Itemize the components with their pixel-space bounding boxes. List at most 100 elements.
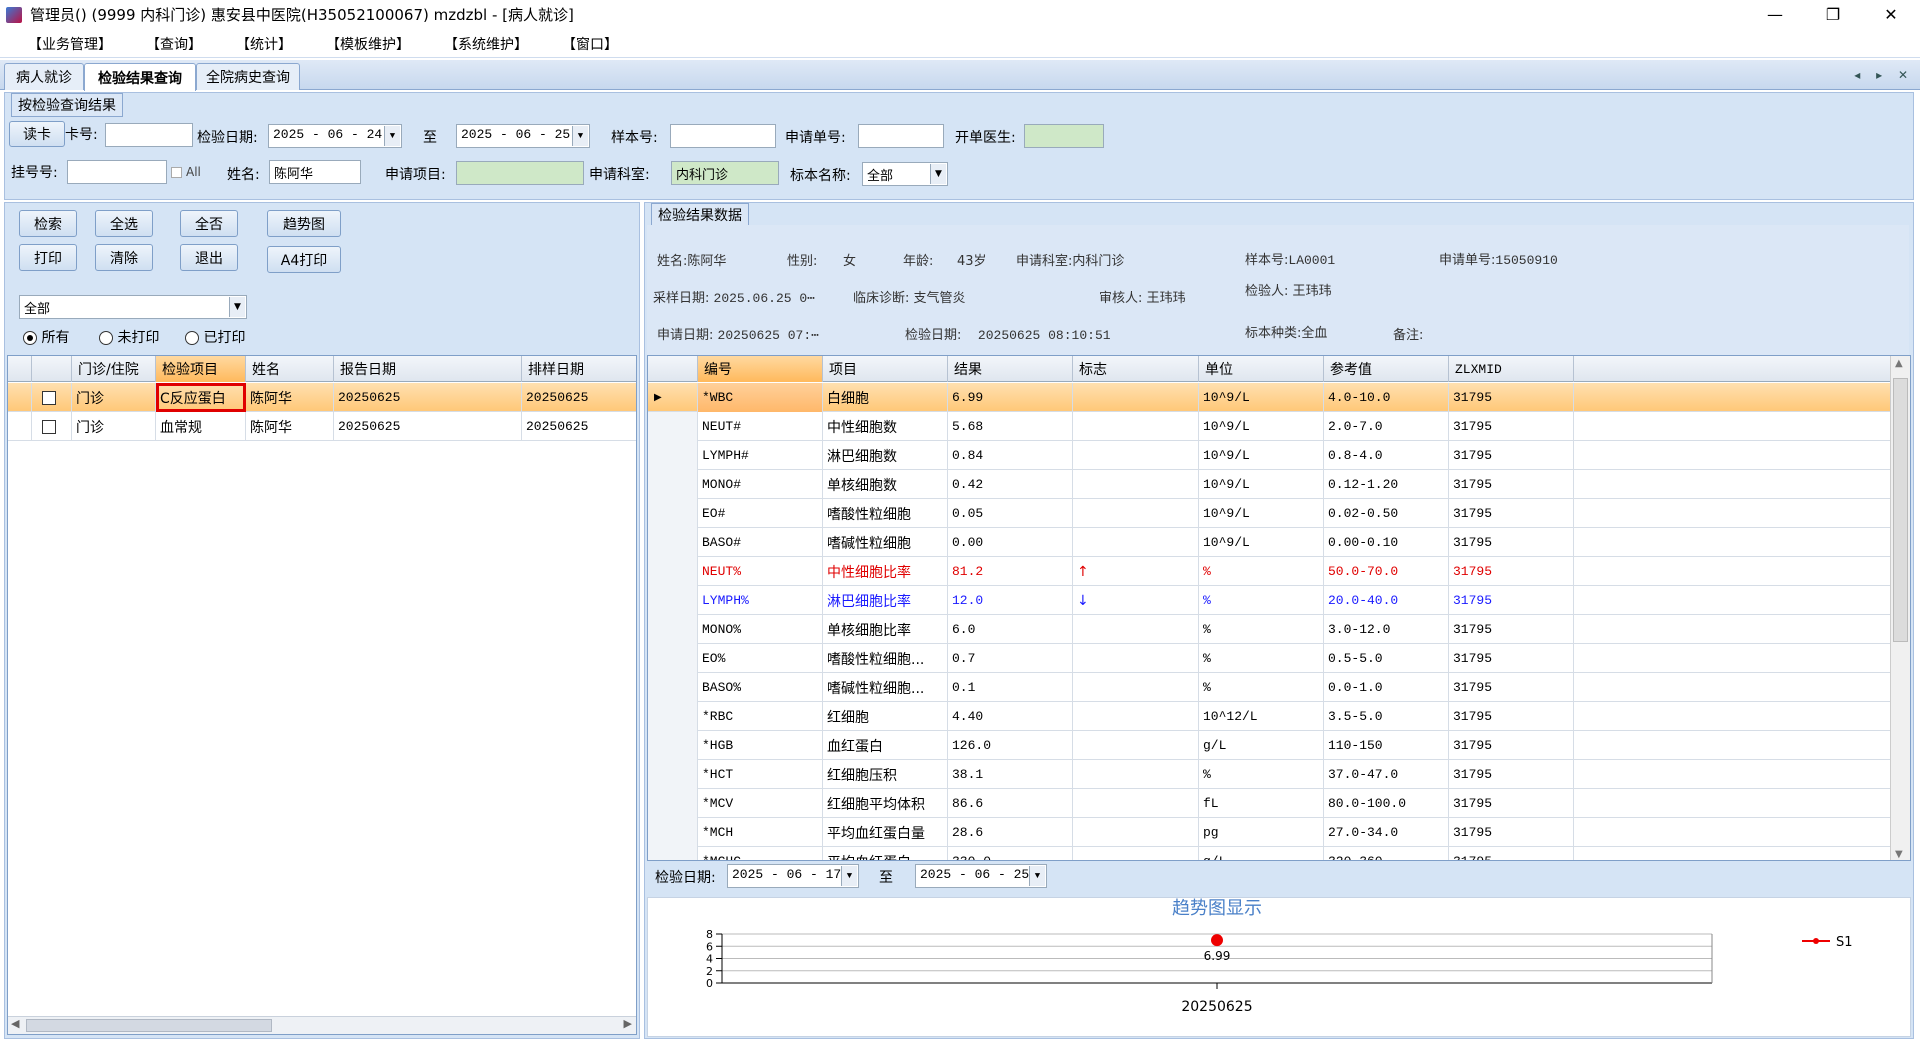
col-header-item[interactable]: 检验项目	[156, 356, 246, 382]
chevron-down-icon[interactable]: ▼	[572, 126, 588, 146]
chevron-down-icon[interactable]: ▼	[229, 297, 245, 317]
trend-button[interactable]: 趋势图	[267, 210, 341, 237]
doctor-label: 开单医生:	[955, 130, 1016, 146]
tab-history[interactable]: 全院病史查询	[196, 63, 300, 90]
chevron-down-icon[interactable]: ▼	[384, 126, 400, 146]
all-checkbox-box[interactable]	[171, 167, 182, 178]
col-header-zlxmid[interactable]: ZLXMID	[1449, 356, 1574, 382]
menu-business[interactable]: 【业务管理】	[22, 34, 118, 54]
scroll-down-icon[interactable]: ▼	[1895, 849, 1903, 860]
col-header-flag[interactable]: 标志	[1073, 356, 1199, 382]
scrollbar-thumb[interactable]	[1893, 378, 1908, 642]
result-row[interactable]: *MCH 平均血红蛋白量 28.6 pg 27.0-34.0 31795	[648, 818, 1890, 847]
cell-ref: 0.12-1.20	[1324, 470, 1449, 499]
search-button[interactable]: 检索	[19, 210, 77, 237]
scroll-right-icon[interactable]: ▶	[624, 1017, 632, 1030]
col-header-item[interactable]: 项目	[823, 356, 948, 382]
result-row[interactable]: NEUT# 中性细胞数 5.68 10^9/L 2.0-7.0 31795	[648, 412, 1890, 441]
vertical-scrollbar[interactable]: ▲ ▼	[1890, 356, 1910, 860]
col-header-code[interactable]: 编号	[698, 356, 823, 382]
table-row[interactable]: 门诊 血常规 陈阿华 20250625 20250625	[8, 412, 636, 441]
row-checkbox-cell[interactable]	[32, 383, 72, 412]
radio-all-dot[interactable]	[23, 331, 37, 345]
card-no-label: 卡号:	[65, 127, 98, 143]
radio-all[interactable]: 所有	[23, 327, 69, 347]
tab-patient-visit[interactable]: 病人就诊	[4, 63, 84, 90]
clear-button[interactable]: 清除	[95, 244, 153, 271]
col-header-report-date[interactable]: 报告日期	[334, 356, 522, 382]
tab-nav-controls[interactable]: ◂ ▸ ✕	[1854, 68, 1914, 82]
request-no-input[interactable]	[858, 124, 944, 148]
result-row[interactable]: MONO% 单核细胞比率 6.0% 3.0-12.0 31795	[648, 615, 1890, 644]
result-row[interactable]: EO% 嗜酸性粒细胞... 0.7% 0.5-5.0 31795	[648, 644, 1890, 673]
radio-printed[interactable]: 已打印	[185, 327, 245, 347]
result-row[interactable]: *HGB 血红蛋白 126.0 g/L 110-150 31795	[648, 731, 1890, 760]
row-checkbox-cell[interactable]	[32, 412, 72, 441]
menu-window[interactable]: 【窗口】	[556, 34, 624, 54]
col-header-sample-date[interactable]: 排样日期	[522, 356, 636, 382]
req-item-input[interactable]	[456, 161, 584, 185]
select-all-button[interactable]: 全选	[95, 210, 153, 237]
radio-unprinted-dot[interactable]	[99, 331, 113, 345]
trend-date-to[interactable]: 2025 - 06 - 25 ▼	[915, 864, 1047, 888]
chevron-down-icon[interactable]: ▼	[841, 866, 857, 886]
reg-no-input[interactable]	[67, 160, 167, 184]
col-header-ref[interactable]: 参考值	[1324, 356, 1449, 382]
result-row[interactable]: EO# 嗜酸性粒细胞 0.05 10^9/L 0.02-0.50 31795	[648, 499, 1890, 528]
sample-no-input[interactable]	[670, 124, 776, 148]
type-select[interactable]: 全部 ▼	[19, 295, 247, 319]
scroll-up-icon[interactable]: ▲	[1895, 358, 1903, 369]
menu-query[interactable]: 【查询】	[140, 34, 208, 54]
close-button[interactable]: ✕	[1862, 0, 1920, 29]
print-button[interactable]: 打印	[19, 244, 77, 271]
result-row[interactable]: BASO% 嗜碱性粒细胞... 0.1% 0.0-1.0 31795	[648, 673, 1890, 702]
col-header-type[interactable]: 门诊/住院	[72, 356, 156, 382]
result-row[interactable]: MONO# 单核细胞数 0.42 10^9/L 0.12-1.20 31795	[648, 470, 1890, 499]
result-row[interactable]: NEUT% 中性细胞比率 81.2 ↑% 50.0-70.0 31795	[648, 557, 1890, 586]
test-date-to[interactable]: 2025 - 06 - 25 ▼	[456, 124, 590, 148]
all-checkbox[interactable]: All	[171, 165, 201, 179]
horizontal-scrollbar[interactable]: ◀ ▶	[8, 1016, 636, 1034]
menu-template[interactable]: 【模板维护】	[320, 34, 416, 54]
specimen-select[interactable]: 全部 ▼	[862, 162, 948, 186]
test-date-from[interactable]: 2025 - 06 - 24 ▼	[268, 124, 402, 148]
scroll-left-icon[interactable]: ◀	[11, 1017, 19, 1030]
result-row[interactable]: LYMPH% 淋巴细胞比率 12.0 ↓% 20.0-40.0 31795	[648, 586, 1890, 615]
tab-lab-results[interactable]: 检验结果查询	[84, 63, 196, 91]
result-row[interactable]: *HCT 红细胞压积 38.1% 37.0-47.0 31795	[648, 760, 1890, 789]
doctor-input[interactable]	[1024, 124, 1104, 148]
col-header-result[interactable]: 结果	[948, 356, 1073, 382]
req-dept-input[interactable]: 内科门诊	[671, 161, 779, 185]
result-row[interactable]: *MCV 红细胞平均体积 86.6 fL 80.0-100.0 31795	[648, 789, 1890, 818]
col-header-unit[interactable]: 单位	[1199, 356, 1324, 382]
result-row[interactable]: BASO# 嗜碱性粒细胞 0.00 10^9/L 0.00-0.10 31795	[648, 528, 1890, 557]
exit-button[interactable]: 退出	[180, 244, 238, 271]
info-dept: 申请科室:内科门诊	[1016, 250, 1124, 269]
radio-unprinted[interactable]: 未打印	[99, 327, 159, 347]
minimize-button[interactable]: —	[1746, 0, 1804, 29]
name-input[interactable]: 陈阿华	[269, 160, 361, 184]
row-checkbox[interactable]	[42, 419, 56, 434]
chevron-down-icon[interactable]: ▼	[1029, 866, 1045, 886]
result-row[interactable]: *MCHC平均血红蛋白330.0 g/L320-36031795	[648, 847, 1890, 860]
menu-system[interactable]: 【系统维护】	[438, 34, 534, 54]
info-test-date: 检验日期: 20250625 08:10:51	[905, 324, 1111, 343]
card-no-input[interactable]	[105, 123, 193, 147]
a4-print-button[interactable]: A4打印	[267, 246, 341, 273]
read-card-button[interactable]: 读卡	[9, 121, 65, 147]
table-row[interactable]: 门诊 C反应蛋白 陈阿华 20250625 20250625	[8, 383, 636, 412]
restore-button[interactable]: ❐	[1804, 0, 1862, 29]
trend-date-from[interactable]: 2025 - 06 - 17 ▼	[727, 864, 859, 888]
scrollbar-thumb[interactable]	[26, 1019, 272, 1032]
row-checkbox[interactable]	[42, 390, 56, 405]
chevron-down-icon[interactable]: ▼	[930, 164, 946, 184]
cell-zlxmid: 31795	[1449, 470, 1574, 499]
radio-printed-dot[interactable]	[185, 331, 199, 345]
result-row[interactable]: *RBC 红细胞 4.40 10^12/L 3.5-5.0 31795	[648, 702, 1890, 731]
result-row[interactable]: LYMPH# 淋巴细胞数 0.84 10^9/L 0.8-4.0 31795	[648, 441, 1890, 470]
patient-info: 姓名:陈阿华 性别: 女 年龄: 43岁 申请科室:内科门诊 样本号:LA000…	[647, 225, 1909, 355]
menu-statistics[interactable]: 【统计】	[230, 34, 298, 54]
result-row[interactable]: ▶ *WBC 白细胞 6.99 10^9/L 4.0-10.0 31795	[648, 383, 1890, 412]
col-header-name[interactable]: 姓名	[246, 356, 334, 382]
select-none-button[interactable]: 全否	[180, 210, 238, 237]
